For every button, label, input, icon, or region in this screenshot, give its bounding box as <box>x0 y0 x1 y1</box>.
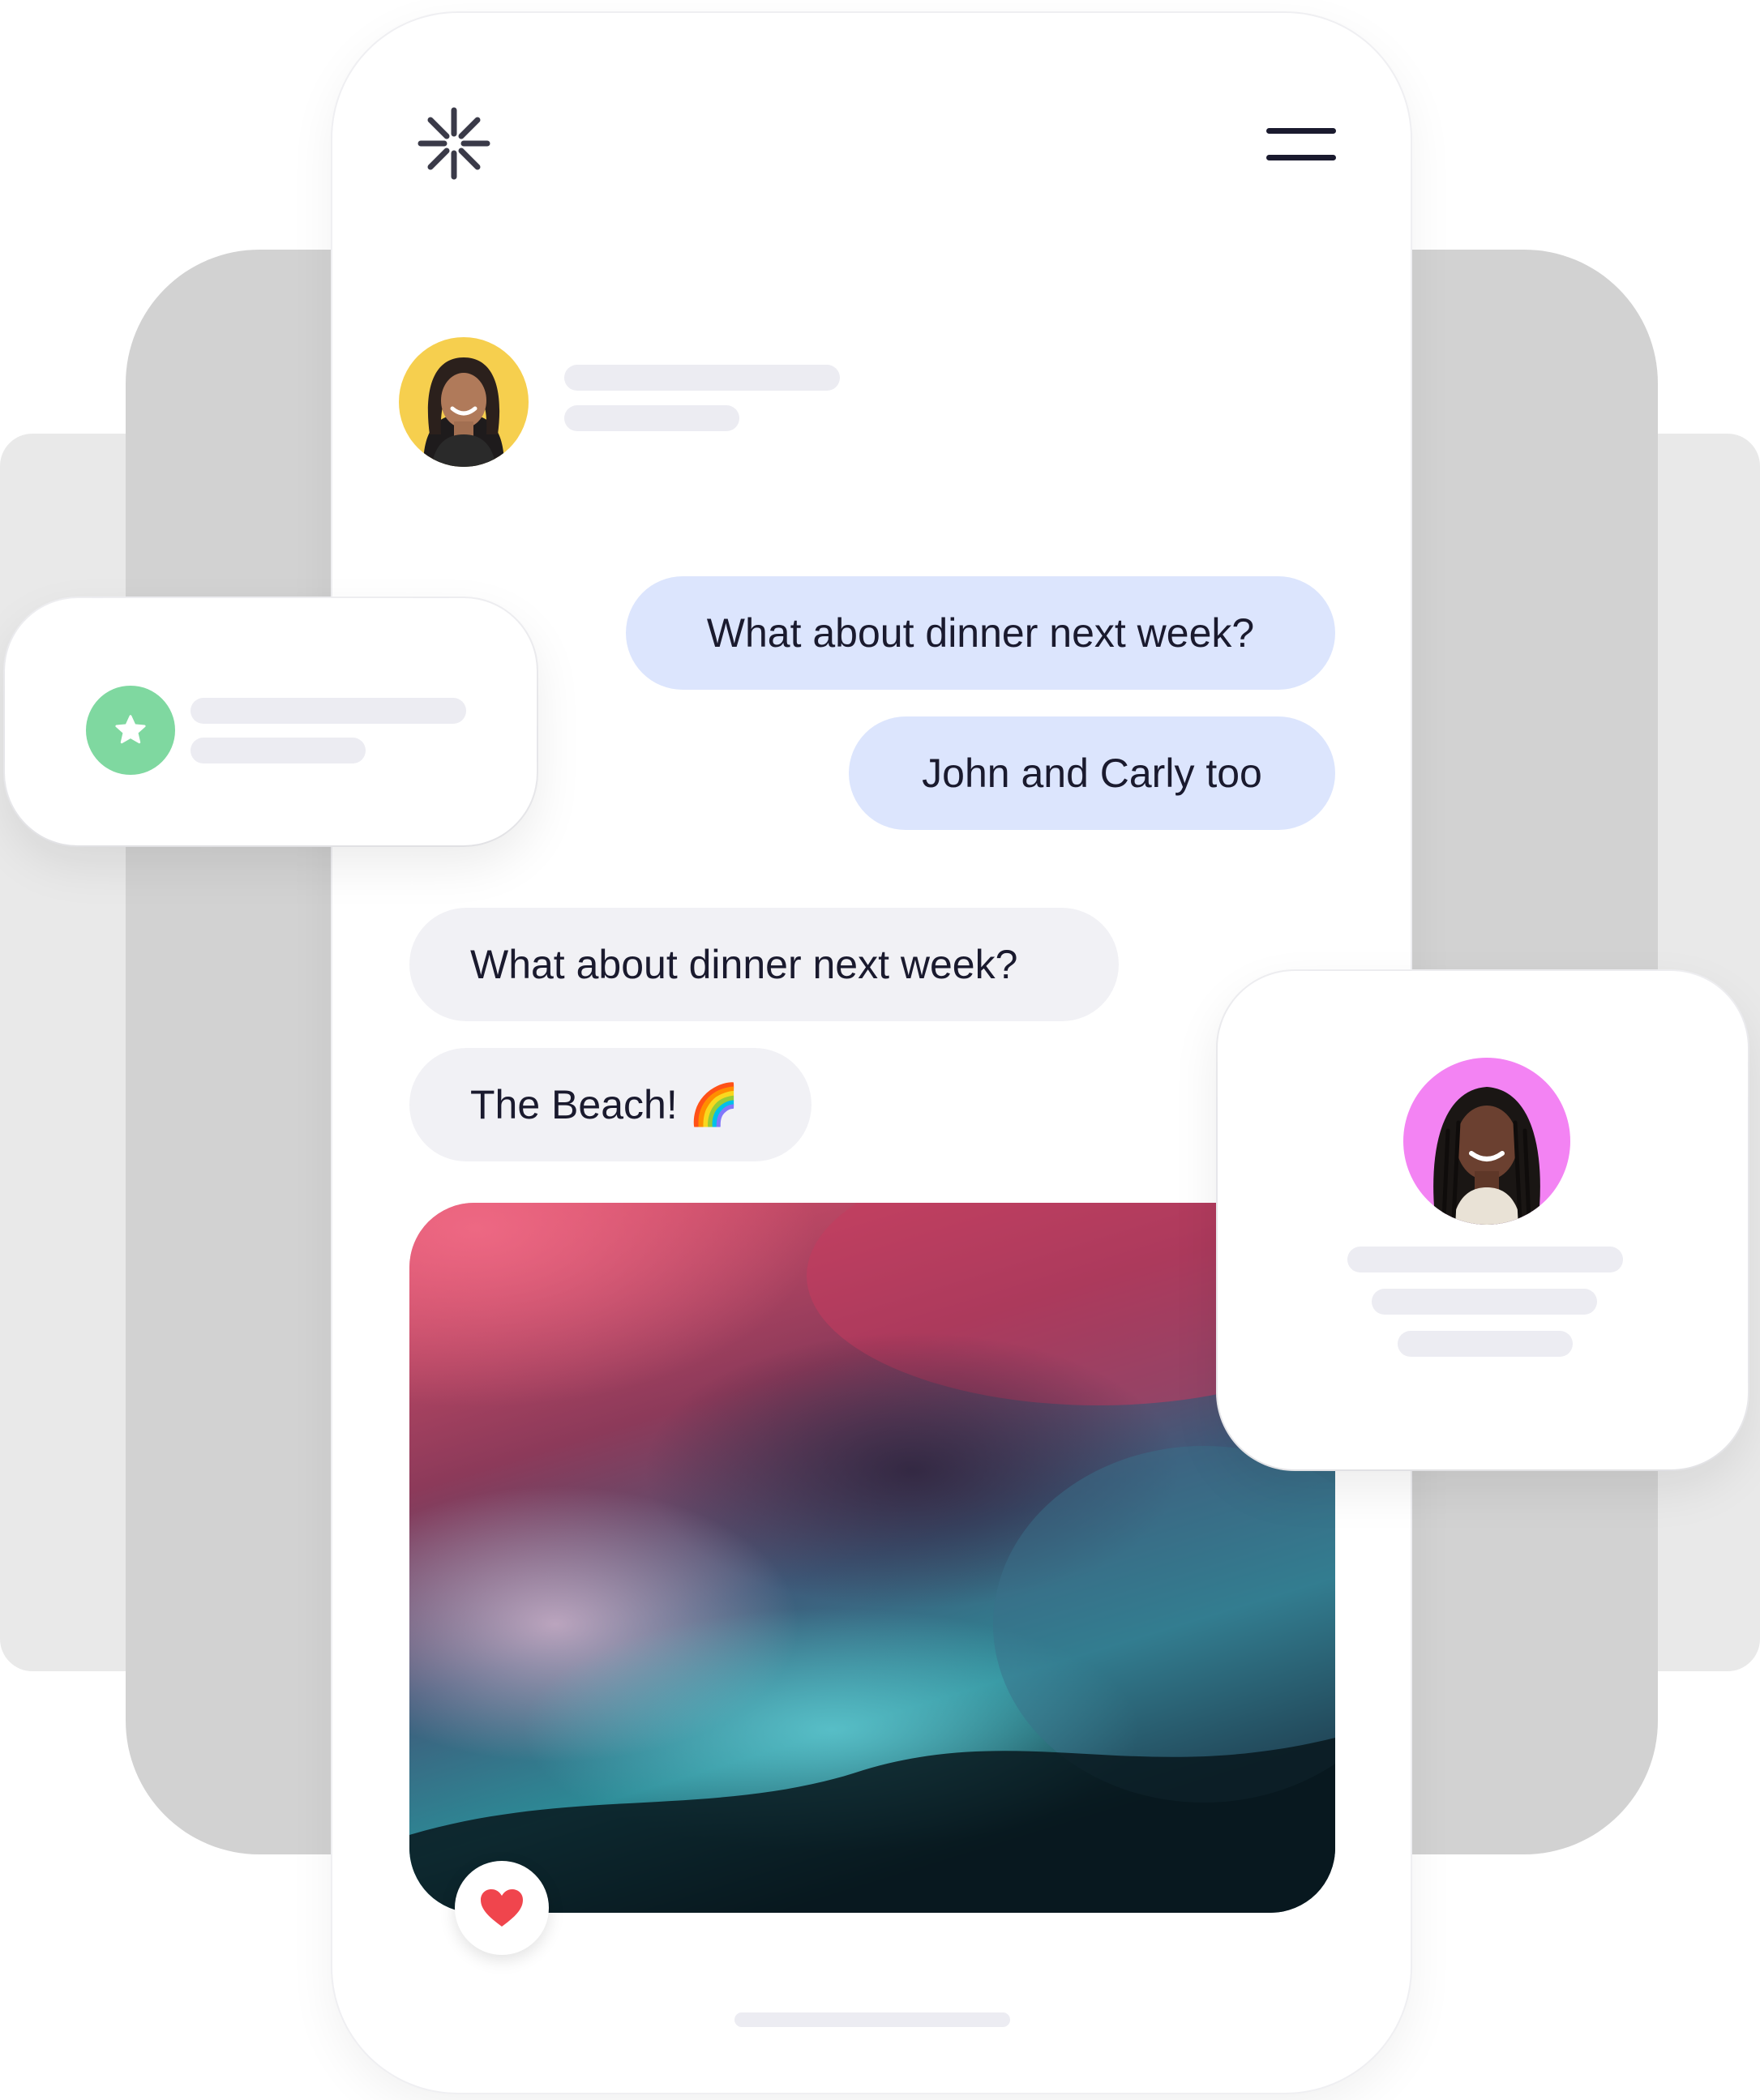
outgoing-message[interactable]: What about dinner next week? <box>626 576 1335 690</box>
outgoing-message[interactable]: John and Carly too <box>849 716 1335 830</box>
incoming-message[interactable]: What about dinner next week? <box>409 908 1119 1021</box>
asterisk-logo-icon <box>418 107 490 180</box>
like-button[interactable] <box>455 1861 549 1955</box>
woman-braids-portrait-avatar <box>1433 1087 1540 1225</box>
abstract-ink-image <box>409 1203 1335 1913</box>
incoming-message[interactable]: The Beach! 🌈 <box>409 1048 811 1161</box>
profile-avatar <box>1403 1058 1570 1225</box>
contact-status-placeholder <box>564 405 739 431</box>
contact-avatar[interactable] <box>399 337 529 467</box>
message-text: The Beach! 🌈 <box>470 1081 739 1127</box>
profile-card[interactable] <box>1218 971 1748 1469</box>
profile-detail-placeholder <box>1372 1289 1597 1315</box>
profile-extra-placeholder <box>1398 1331 1573 1357</box>
home-indicator <box>734 2012 1010 2027</box>
shared-image[interactable] <box>409 1203 1335 1913</box>
notification-subtitle-placeholder <box>191 738 366 763</box>
message-text: What about dinner next week? <box>706 610 1255 656</box>
star-icon <box>115 715 146 744</box>
profile-name-placeholder <box>1347 1247 1623 1272</box>
star-badge <box>86 686 175 775</box>
notification-card[interactable] <box>5 598 537 845</box>
hamburger-menu-icon[interactable] <box>1266 128 1336 160</box>
message-text: What about dinner next week? <box>470 942 1018 987</box>
notification-title-placeholder <box>191 698 466 724</box>
woman-portrait-avatar-icon <box>423 357 504 467</box>
message-text: John and Carly too <box>922 751 1262 796</box>
contact-name-placeholder <box>564 365 840 391</box>
heart-icon <box>481 1889 523 1927</box>
